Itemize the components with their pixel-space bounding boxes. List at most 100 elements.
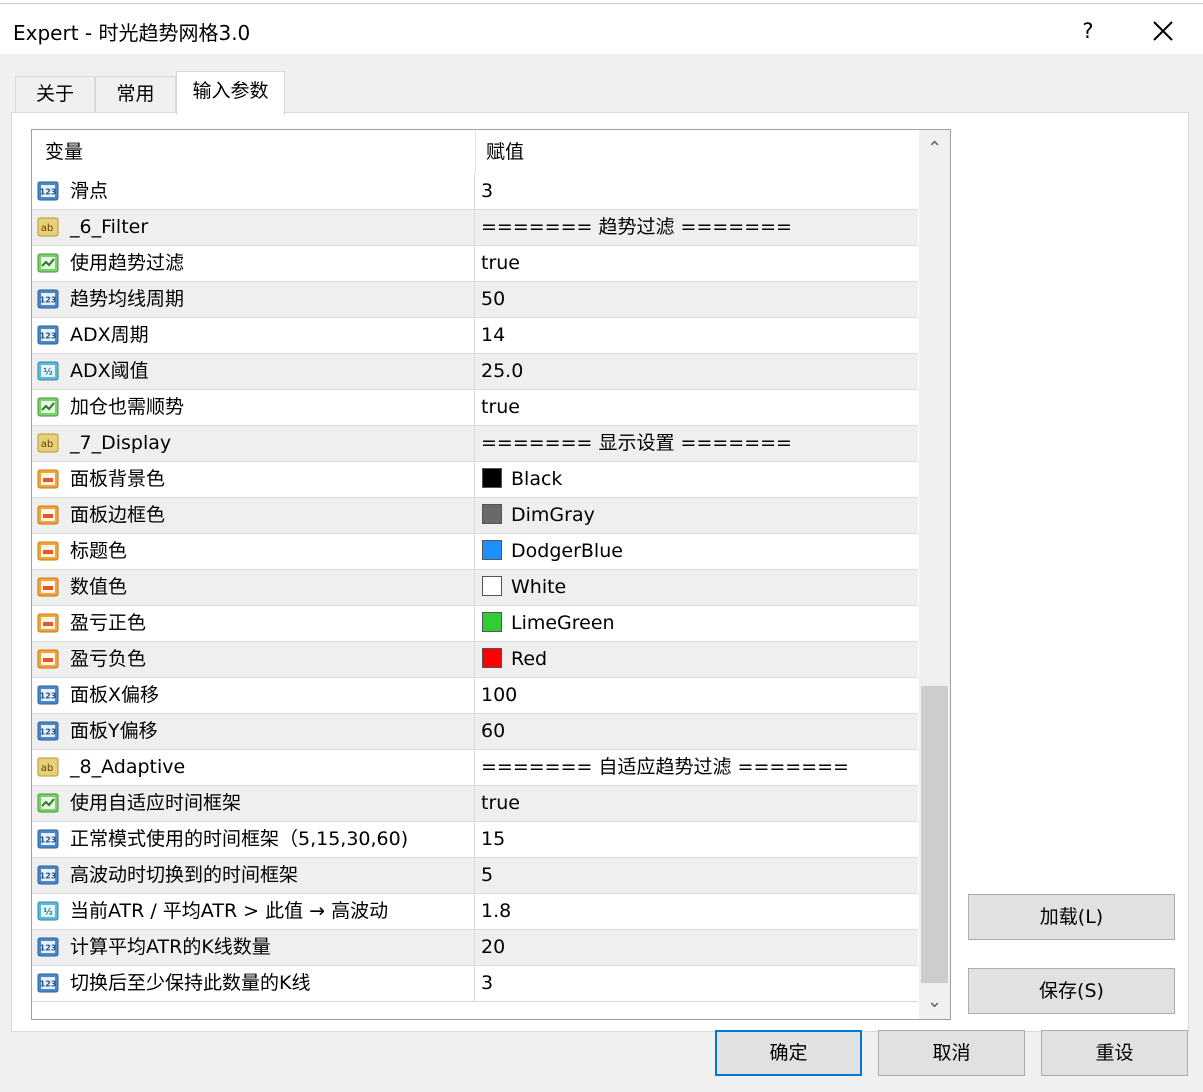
value-text[interactable]: ======= 趋势过滤 =======: [481, 210, 792, 245]
value-text[interactable]: true: [481, 390, 520, 425]
value-cell[interactable]: 50: [475, 282, 918, 317]
svg-text:123: 123: [40, 188, 57, 197]
value-text[interactable]: LimeGreen: [511, 606, 615, 641]
value-cell[interactable]: 100: [475, 678, 918, 713]
value-text[interactable]: 25.0: [481, 354, 523, 389]
value-text[interactable]: 20: [481, 930, 505, 965]
value-text[interactable]: White: [511, 570, 566, 605]
number-123-icon: 123: [37, 864, 59, 886]
value-cell[interactable]: true: [475, 786, 918, 821]
cancel-button[interactable]: 取消: [878, 1030, 1025, 1076]
value-cell[interactable]: 14: [475, 318, 918, 353]
color-swatch[interactable]: [482, 576, 502, 596]
value-text[interactable]: DimGray: [511, 498, 595, 533]
scrollbar-thumb[interactable]: [921, 686, 948, 983]
value-cell[interactable]: Black: [475, 462, 918, 497]
color-swatch[interactable]: [482, 540, 502, 560]
table-row[interactable]: 使用趋势过滤 true: [32, 246, 918, 282]
table-row[interactable]: ½ ADX阈值 25.0: [32, 354, 918, 390]
value-text[interactable]: 3: [481, 174, 493, 209]
double-half-icon: ½: [37, 900, 59, 922]
value-text[interactable]: 60: [481, 714, 505, 749]
value-cell[interactable]: ======= 自适应趋势过滤 =======: [475, 750, 918, 785]
table-row[interactable]: 盈亏负色 Red: [32, 642, 918, 678]
color-swatch[interactable]: [482, 468, 502, 488]
value-cell[interactable]: 3: [475, 174, 918, 209]
value-cell[interactable]: 20: [475, 930, 918, 965]
value-text[interactable]: 15: [481, 822, 505, 857]
title-bar: Expert - 时光趋势网格3.0 ?: [0, 4, 1203, 54]
table-row[interactable]: ab _8_Adaptive ======= 自适应趋势过滤 =======: [32, 750, 918, 786]
help-button[interactable]: ?: [1072, 13, 1104, 49]
vertical-scrollbar[interactable]: ⌃ ⌄: [919, 130, 950, 1019]
value-cell[interactable]: 60: [475, 714, 918, 749]
svg-text:123: 123: [40, 944, 57, 953]
table-row[interactable]: 面板背景色 Black: [32, 462, 918, 498]
table-row[interactable]: 盈亏正色 LimeGreen: [32, 606, 918, 642]
table-row[interactable]: 123 正常模式使用的时间框架（5,15,30,60) 15: [32, 822, 918, 858]
variable-cell: ab _7_Display: [32, 426, 475, 461]
value-cell[interactable]: 1.8: [475, 894, 918, 929]
tab-inputs[interactable]: 输入参数: [176, 71, 285, 115]
value-cell[interactable]: true: [475, 390, 918, 425]
value-text[interactable]: 50: [481, 282, 505, 317]
table-row[interactable]: 123 面板Y偏移 60: [32, 714, 918, 750]
color-swatch[interactable]: [482, 648, 502, 668]
value-text[interactable]: DodgerBlue: [511, 534, 623, 569]
table-row[interactable]: 标题色 DodgerBlue: [32, 534, 918, 570]
close-button[interactable]: [1145, 13, 1181, 49]
column-header-value[interactable]: 赋值: [486, 130, 524, 174]
value-cell[interactable]: 3: [475, 966, 918, 1001]
value-text[interactable]: ======= 显示设置 =======: [481, 426, 792, 461]
value-cell[interactable]: ======= 趋势过滤 =======: [475, 210, 918, 245]
table-row[interactable]: ab _6_Filter ======= 趋势过滤 =======: [32, 210, 918, 246]
table-row[interactable]: 面板边框色 DimGray: [32, 498, 918, 534]
table-row[interactable]: 使用自适应时间框架 true: [32, 786, 918, 822]
parameters-grid: 变量 赋值 123 滑点 3 ab _6_Filter ======= 趋势过滤 ====…: [31, 129, 951, 1020]
column-divider[interactable]: [475, 130, 476, 174]
value-cell[interactable]: 15: [475, 822, 918, 857]
ok-button[interactable]: 确定: [715, 1030, 862, 1076]
value-cell[interactable]: LimeGreen: [475, 606, 918, 641]
scroll-up-arrow-icon[interactable]: ⌃: [919, 132, 950, 166]
table-row[interactable]: 123 计算平均ATR的K线数量 20: [32, 930, 918, 966]
reset-button[interactable]: 重设: [1041, 1030, 1188, 1076]
tab-common[interactable]: 常用: [95, 76, 176, 112]
value-text[interactable]: true: [481, 246, 520, 281]
value-cell[interactable]: DimGray: [475, 498, 918, 533]
value-cell[interactable]: White: [475, 570, 918, 605]
value-cell[interactable]: DodgerBlue: [475, 534, 918, 569]
value-cell[interactable]: true: [475, 246, 918, 281]
table-row[interactable]: 123 面板X偏移 100: [32, 678, 918, 714]
color-swatch[interactable]: [482, 504, 502, 524]
value-text[interactable]: true: [481, 786, 520, 821]
table-row[interactable]: ½ 当前ATR / 平均ATR > 此值 → 高波动 1.8: [32, 894, 918, 930]
table-row[interactable]: 数值色 White: [32, 570, 918, 606]
table-row[interactable]: ab _7_Display ======= 显示设置 =======: [32, 426, 918, 462]
tab-about[interactable]: 关于: [15, 76, 95, 112]
value-text[interactable]: 1.8: [481, 894, 511, 929]
value-cell[interactable]: 25.0: [475, 354, 918, 389]
value-text[interactable]: Red: [511, 642, 547, 677]
table-row[interactable]: 123 ADX周期 14: [32, 318, 918, 354]
table-row[interactable]: 123 高波动时切换到的时间框架 5: [32, 858, 918, 894]
scroll-down-arrow-icon[interactable]: ⌄: [919, 985, 950, 1019]
value-cell[interactable]: Red: [475, 642, 918, 677]
value-cell[interactable]: ======= 显示设置 =======: [475, 426, 918, 461]
value-text[interactable]: 14: [481, 318, 505, 353]
value-text[interactable]: Black: [511, 462, 562, 497]
variable-cell: 123 ADX周期: [32, 318, 475, 353]
table-row[interactable]: 123 趋势均线周期 50: [32, 282, 918, 318]
value-text[interactable]: ======= 自适应趋势过滤 =======: [481, 750, 849, 785]
value-text[interactable]: 3: [481, 966, 493, 1001]
column-header-variable[interactable]: 变量: [45, 130, 83, 174]
value-cell[interactable]: 5: [475, 858, 918, 893]
value-text[interactable]: 100: [481, 678, 517, 713]
save-button[interactable]: 保存(S): [968, 968, 1175, 1014]
table-row[interactable]: 123 切换后至少保持此数量的K线 3: [32, 966, 918, 1002]
value-text[interactable]: 5: [481, 858, 493, 893]
table-row[interactable]: 加仓也需顺势 true: [32, 390, 918, 426]
table-row[interactable]: 123 滑点 3: [32, 174, 918, 210]
color-swatch[interactable]: [482, 612, 502, 632]
load-button[interactable]: 加载(L): [968, 894, 1175, 940]
